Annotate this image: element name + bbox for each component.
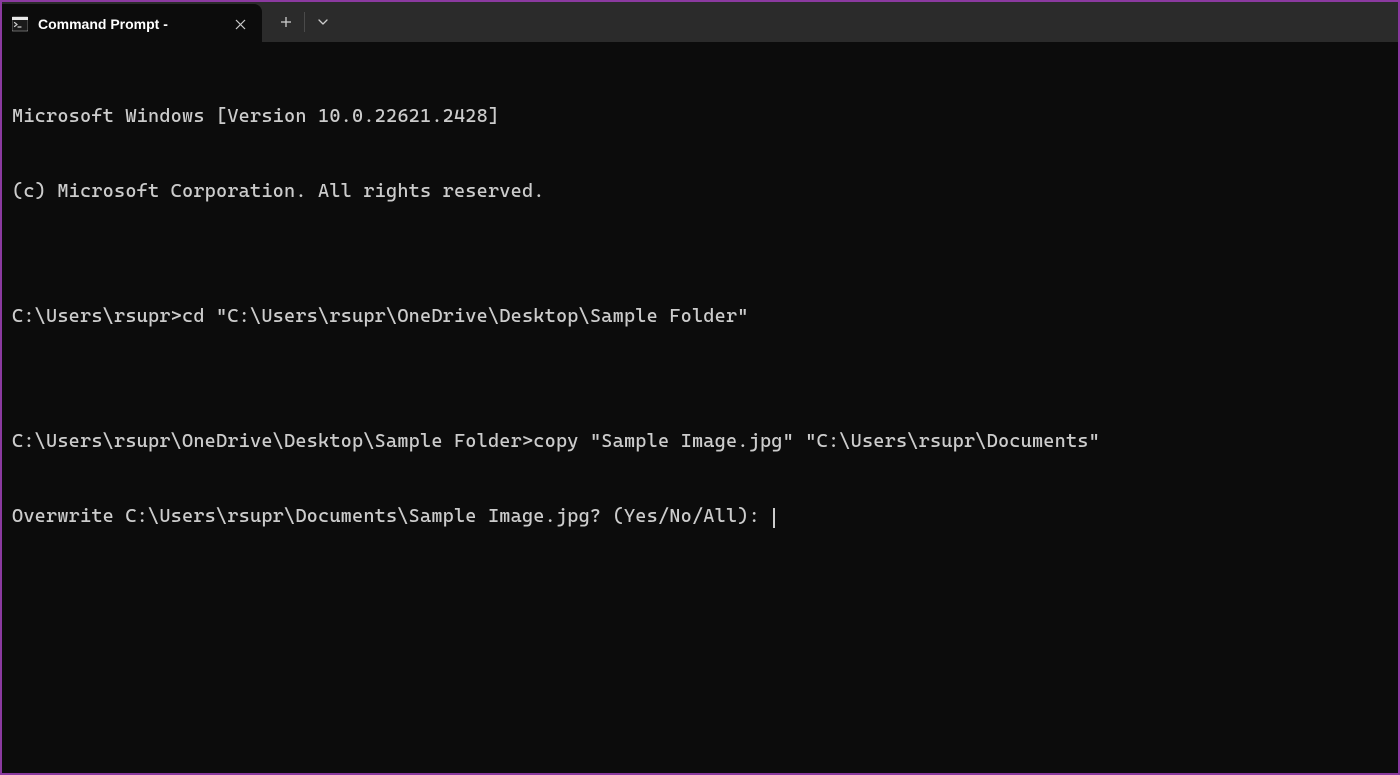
cursor (773, 508, 775, 528)
terminal-line: C:\Users\rsupr\OneDrive\Desktop\Sample F… (12, 429, 1388, 454)
close-icon[interactable] (228, 12, 252, 36)
terminal-output[interactable]: Microsoft Windows [Version 10.0.22621.24… (2, 42, 1398, 773)
command-prompt-icon (12, 16, 28, 32)
terminal-prompt-text: Overwrite C:\Users\rsupr\Documents\Sampl… (12, 505, 771, 527)
terminal-line: (c) Microsoft Corporation. All rights re… (12, 179, 1388, 204)
tab-title: Command Prompt - (38, 16, 218, 32)
terminal-line: Microsoft Windows [Version 10.0.22621.24… (12, 104, 1388, 129)
tab-command-prompt[interactable]: Command Prompt - (2, 4, 262, 44)
new-tab-button[interactable] (268, 7, 304, 37)
terminal-prompt-line: Overwrite C:\Users\rsupr\Documents\Sampl… (12, 504, 1388, 529)
terminal-line: C:\Users\rsupr>cd "C:\Users\rsupr\OneDri… (12, 304, 1388, 329)
titlebar: Command Prompt - (2, 2, 1398, 42)
terminal-window: Command Prompt - (2, 2, 1398, 773)
titlebar-actions (262, 2, 347, 42)
dropdown-button[interactable] (305, 7, 341, 37)
